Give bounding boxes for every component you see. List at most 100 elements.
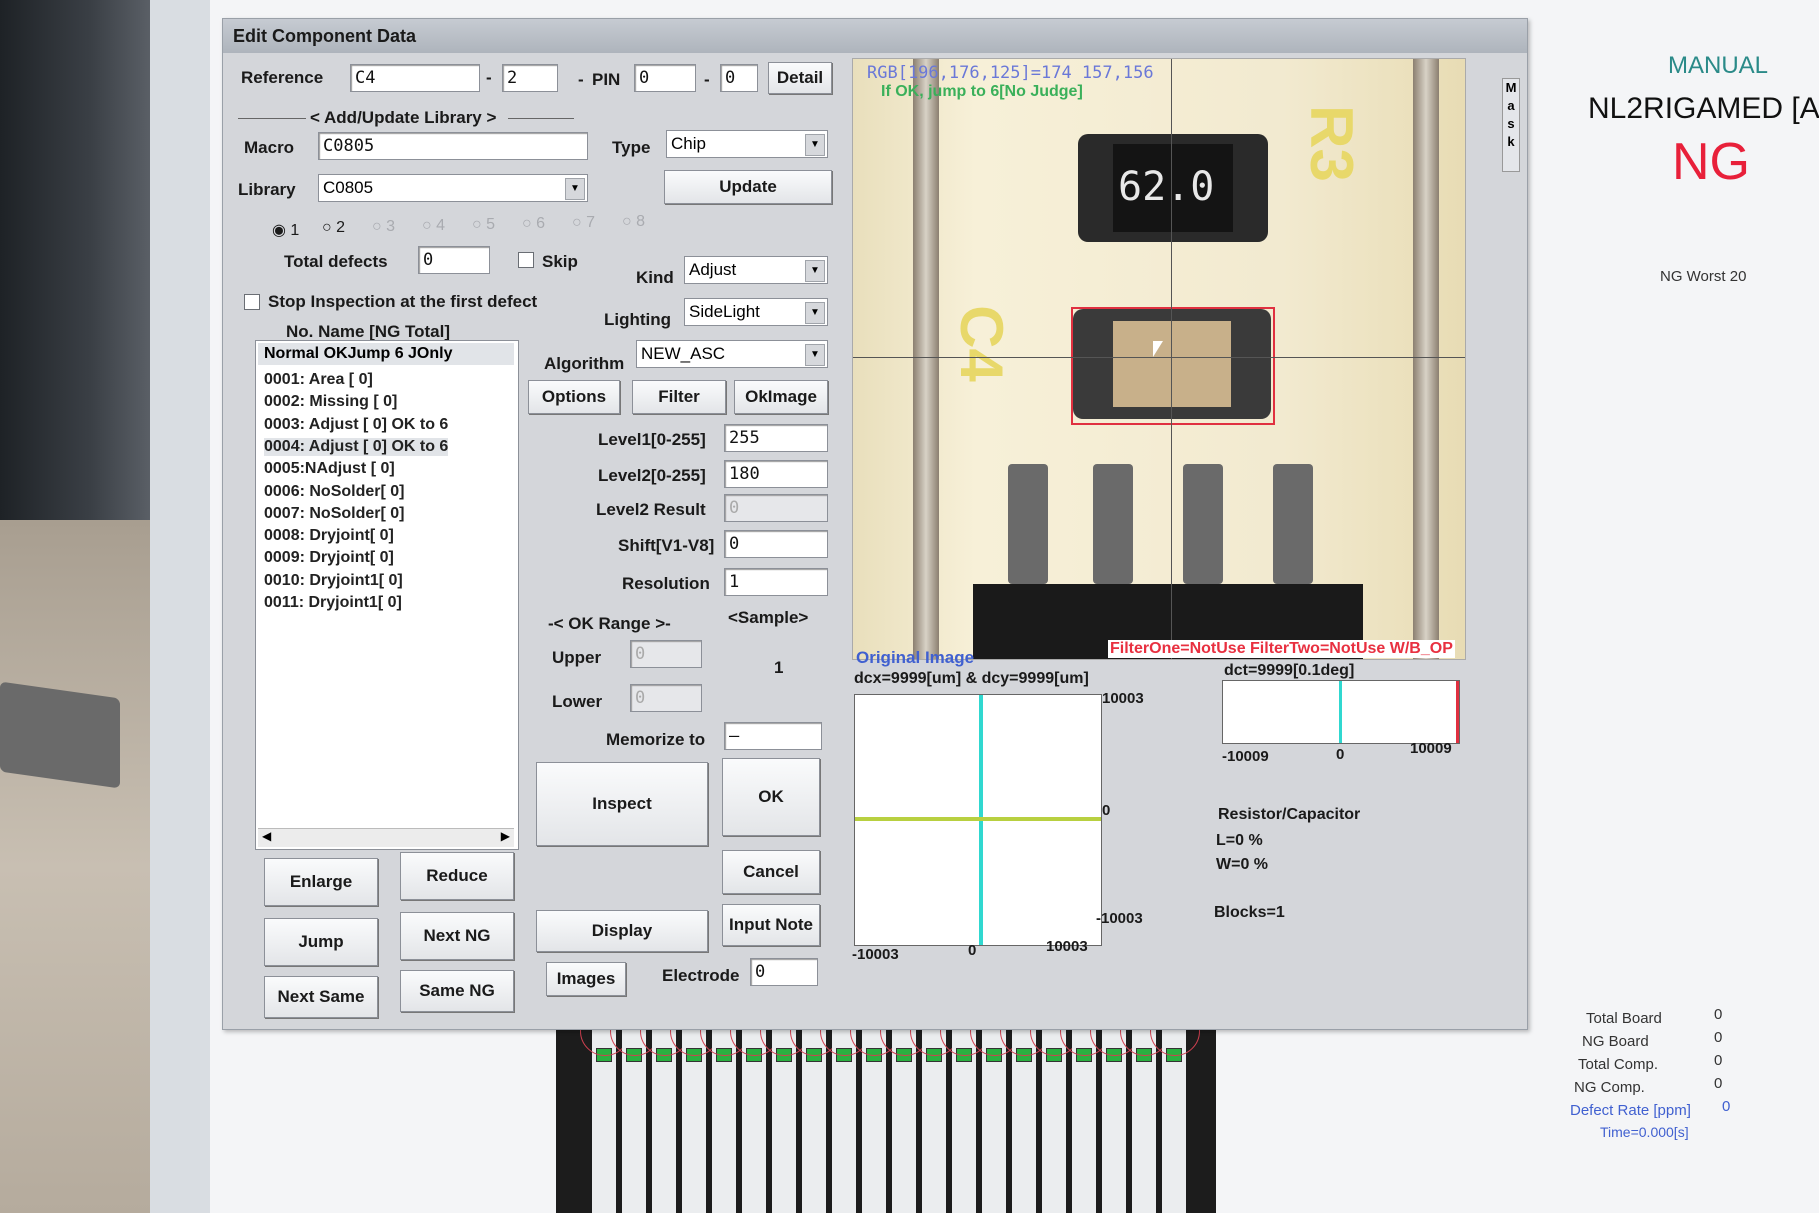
- macro-input[interactable]: C0805: [318, 132, 588, 160]
- horizontal-scrollbar[interactable]: ◀ ▶: [258, 828, 514, 847]
- pcb-trace: [1413, 59, 1439, 659]
- scroll-left-icon[interactable]: ◀: [262, 829, 271, 843]
- list-item[interactable]: 0006: NoSolder[ 0]: [264, 483, 404, 501]
- resolution-input[interactable]: 1: [724, 568, 828, 596]
- next-same-button[interactable]: Next Same: [264, 976, 378, 1018]
- radio-block-7[interactable]: ○ 7: [572, 214, 595, 232]
- input-note-button[interactable]: Input Note: [722, 904, 820, 946]
- level1-label: Level1[0-255]: [598, 430, 706, 449]
- enlarge-button[interactable]: Enlarge: [264, 858, 378, 906]
- display-button[interactable]: Display: [536, 910, 708, 952]
- list-item[interactable]: 0003: Adjust [ 0] OK to 6: [264, 416, 448, 434]
- list-item[interactable]: 0001: Area [ 0]: [264, 371, 373, 389]
- mask-tab[interactable]: Mask: [1502, 78, 1520, 172]
- list-item[interactable]: 0011: Dryjoint1[ 0]: [264, 594, 402, 612]
- list-item[interactable]: 0004: Adjust [ 0] OK to 6: [264, 437, 449, 456]
- scroll-right-icon[interactable]: ▶: [501, 829, 510, 843]
- theta-x-left: -10009: [1222, 748, 1269, 765]
- level1-input[interactable]: 255: [724, 424, 828, 452]
- list-item[interactable]: 0005:NAdjust [ 0]: [264, 460, 395, 478]
- update-button[interactable]: Update: [664, 170, 832, 204]
- original-image-label: Original Image: [856, 648, 975, 667]
- list-item[interactable]: 0010: Dryjoint1[ 0]: [264, 572, 403, 590]
- list-item[interactable]: 0008: Dryjoint[ 0]: [264, 527, 394, 545]
- xy-y-top: 10003: [1102, 690, 1144, 707]
- library-section-title: < Add/Update Library >: [310, 108, 497, 127]
- shift-input[interactable]: 0: [724, 530, 828, 558]
- okimage-button[interactable]: OkImage: [734, 380, 828, 414]
- ic-pin: [1273, 464, 1313, 584]
- pcb-trace: [913, 59, 939, 659]
- pin-b-input[interactable]: 0: [720, 64, 758, 92]
- total-defects-label: Total defects: [284, 252, 388, 271]
- pin-a-input[interactable]: 0: [634, 64, 696, 92]
- memorize-input[interactable]: —: [724, 722, 822, 750]
- radio-block-2[interactable]: ○ 2: [322, 219, 345, 237]
- filter-button[interactable]: Filter: [632, 380, 726, 414]
- silkscreen-r3: R3: [1297, 105, 1365, 182]
- length-ratio: L=0 %: [1216, 832, 1263, 849]
- next-ng-button[interactable]: Next NG: [400, 912, 514, 960]
- level2-result-label: Level2 Result: [596, 500, 706, 519]
- algorithm-label: Algorithm: [544, 354, 625, 373]
- inspect-button[interactable]: Inspect: [536, 762, 708, 846]
- radio-block-4[interactable]: ○ 4: [422, 217, 445, 235]
- kind-value: Adjust: [689, 260, 737, 279]
- stop-inspection-checkbox[interactable]: [244, 294, 260, 310]
- window-title: Edit Component Data: [233, 26, 416, 46]
- reduce-button[interactable]: Reduce: [400, 852, 514, 900]
- list-item[interactable]: 0007: NoSolder[ 0]: [264, 505, 404, 523]
- options-button[interactable]: Options: [528, 380, 620, 414]
- algorithm-select[interactable]: NEW_ASC ▼: [636, 340, 828, 368]
- lighting-select[interactable]: SideLight ▼: [684, 298, 828, 326]
- defect-list[interactable]: Normal OKJump 6 JOnly 0001: Area [ 0] 000…: [255, 340, 519, 850]
- theta-offset-plot: [1222, 680, 1460, 744]
- resistor-r3: 62.0: [1078, 134, 1268, 242]
- reference-input[interactable]: C4: [350, 64, 480, 92]
- inspection-window[interactable]: [1071, 307, 1275, 425]
- chevron-down-icon: ▼: [565, 178, 585, 200]
- reference-separator: -: [486, 68, 492, 87]
- level2-input[interactable]: 180: [724, 460, 828, 488]
- kind-select[interactable]: Adjust ▼: [684, 256, 828, 284]
- detail-button[interactable]: Detail: [768, 62, 832, 94]
- reference-sub-input[interactable]: 2: [502, 64, 558, 92]
- list-item[interactable]: 0002: Missing [ 0]: [264, 393, 397, 411]
- theta-limit: [1456, 681, 1459, 743]
- electrode-input[interactable]: 0: [750, 958, 818, 986]
- theta-x-right: 10009: [1410, 740, 1452, 757]
- list-item[interactable]: 0009: Dryjoint[ 0]: [264, 549, 394, 567]
- library-select[interactable]: C0805 ▼: [318, 174, 588, 202]
- pin-separator: -: [578, 70, 584, 89]
- images-button[interactable]: Images: [546, 962, 626, 996]
- x-trace: [855, 817, 1101, 821]
- stat-value: 0: [1722, 1098, 1731, 1115]
- section-rule-right: [508, 118, 574, 119]
- ok-jump-note: If OK, jump to 6[No Judge]: [881, 83, 1083, 100]
- lower-input: 0: [630, 684, 702, 712]
- cancel-button[interactable]: Cancel: [722, 850, 820, 894]
- filter-status: FilterOne=NotUse FilterTwo=NotUse W/B_OP: [1108, 640, 1455, 658]
- reference-label: Reference: [241, 68, 324, 87]
- same-ng-button[interactable]: Same NG: [400, 970, 514, 1012]
- sample-value: 1: [774, 658, 784, 677]
- electrode-label: Electrode: [662, 966, 740, 985]
- ok-button[interactable]: OK: [722, 758, 820, 836]
- radio-block-6[interactable]: ○ 6: [522, 215, 545, 233]
- chevron-down-icon: ▼: [805, 260, 825, 282]
- jump-button[interactable]: Jump: [264, 918, 378, 966]
- type-select[interactable]: Chip ▼: [666, 130, 828, 158]
- radio-block-1[interactable]: ◉ 1: [272, 220, 299, 240]
- resistor-marking: 62.0: [1118, 164, 1215, 210]
- pin-label: PIN: [592, 70, 621, 89]
- radio-block-3[interactable]: ○ 3: [372, 218, 395, 236]
- keyboard-edge: [0, 681, 120, 789]
- library-label: Library: [238, 180, 296, 199]
- skip-checkbox[interactable]: [518, 252, 534, 268]
- radio-block-8[interactable]: ○ 8: [622, 213, 645, 231]
- xy-y-bot: -10003: [1096, 910, 1143, 927]
- component-image[interactable]: R3 C4 62.0 RGB[196,176,125]=174 157,156 …: [852, 58, 1466, 660]
- radio-block-5[interactable]: ○ 5: [472, 216, 495, 234]
- sample-label: <Sample>: [728, 608, 809, 627]
- total-defects-input[interactable]: 0: [418, 246, 490, 274]
